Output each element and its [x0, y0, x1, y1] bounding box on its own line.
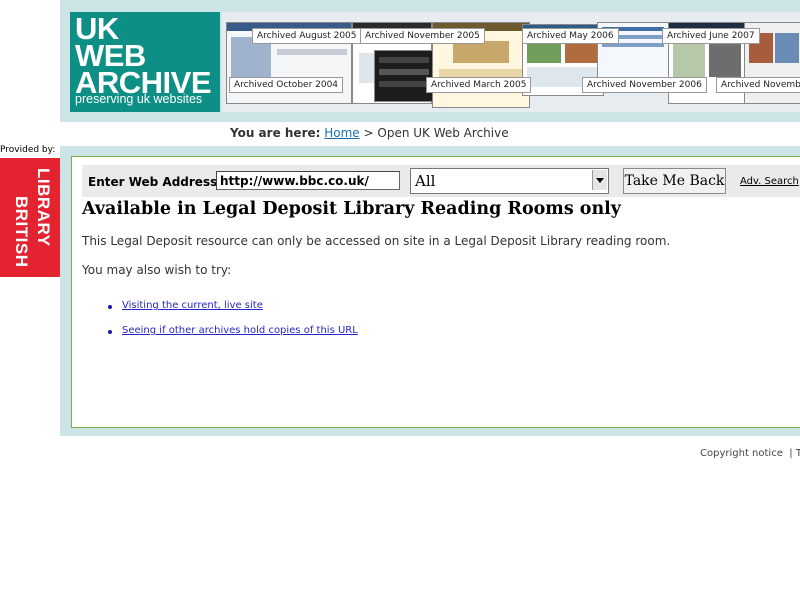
copyright-notice-link[interactable]: Copyright notice — [700, 448, 783, 459]
uk-web-archive-logo[interactable]: UK WEB ARCHIVE preserving uk websites — [70, 12, 220, 112]
archived-screenshots-collage: Archived August 2005 Archived November 2… — [222, 12, 800, 112]
list-item: Visiting the current, live site — [108, 300, 358, 325]
live-site-link[interactable]: Visiting the current, live site — [122, 300, 263, 311]
archived-label: Archived November — [716, 77, 800, 93]
provided-by-label: Provided by: — [0, 145, 56, 155]
breadcrumb-prefix: You are here: — [230, 126, 321, 140]
footer-next-link[interactable]: Te — [796, 448, 800, 459]
footer: Copyright notice | Te — [700, 448, 800, 459]
archived-label: Archived May 2006 — [522, 28, 619, 44]
thumbnail — [374, 50, 434, 102]
archive-select[interactable]: All — [410, 168, 609, 194]
enter-web-address-label: Enter Web Address: — [88, 175, 223, 189]
footer-separator: | — [789, 448, 793, 459]
chevron-down-icon[interactable] — [592, 170, 607, 190]
url-input[interactable] — [216, 171, 400, 190]
suggestions-list: Visiting the current, live site Seeing i… — [108, 300, 358, 350]
archived-label: Archived March 2005 — [426, 77, 532, 93]
british-library-logo[interactable]: BRITISH LIBRARY — [0, 158, 60, 277]
breadcrumb: You are here: Home > Open UK Web Archive — [230, 126, 509, 140]
bl-logo-text-library: LIBRARY — [34, 168, 53, 247]
breadcrumb-current: Open UK Web Archive — [377, 126, 509, 140]
take-me-back-button[interactable]: Take Me Back — [623, 168, 726, 194]
archive-select-value: All — [415, 172, 436, 190]
bl-logo-text-british: BRITISH — [12, 196, 31, 268]
breadcrumb-separator: > — [359, 126, 378, 140]
archived-label: Archived November 2005 — [360, 28, 485, 44]
breadcrumb-home-link[interactable]: Home — [324, 126, 359, 140]
advanced-search-link[interactable]: Adv. Search — [740, 176, 799, 187]
suggestions-intro: You may also wish to try: — [82, 263, 232, 277]
archived-label: Archived November 2006 — [582, 77, 707, 93]
logo-tagline: preserving uk websites — [75, 92, 203, 106]
legal-deposit-notice: This Legal Deposit resource can only be … — [82, 234, 671, 248]
archived-label: Archived June 2007 — [662, 28, 760, 44]
page-heading: Available in Legal Deposit Library Readi… — [82, 199, 621, 219]
archived-label: Archived August 2005 — [252, 28, 362, 44]
archived-label: Archived October 2004 — [229, 77, 344, 93]
other-archives-link[interactable]: Seeing if other archives hold copies of … — [122, 325, 358, 336]
list-item: Seeing if other archives hold copies of … — [108, 325, 358, 350]
